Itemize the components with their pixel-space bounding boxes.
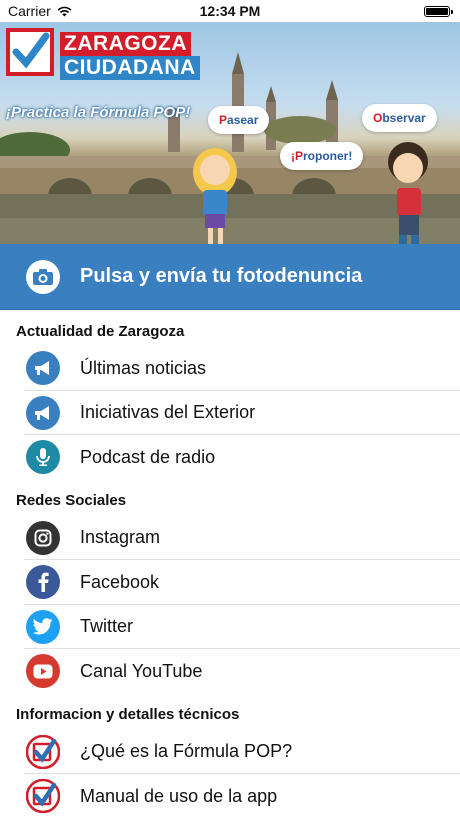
photo-report-label: Pulsa y envía tu fotodenuncia bbox=[80, 265, 363, 287]
slogan: ¡Practica la Fórmula POP! bbox=[6, 104, 191, 121]
menu-item-podcast-de-radio[interactable]: Podcast de radio bbox=[0, 435, 460, 480]
menu-item-iniciativas-del-exterior[interactable]: Iniciativas del Exterior bbox=[0, 391, 460, 436]
menu-item-manual-de-uso-de-la-app[interactable]: Manual de uso de la app bbox=[0, 774, 460, 819]
wifi-icon bbox=[57, 6, 72, 16]
logo-title-line2: CIUDADANA bbox=[60, 56, 200, 80]
menu-item-label: Iniciativas del Exterior bbox=[80, 402, 256, 423]
bubble-proponer: ¡Proponer! bbox=[280, 142, 364, 170]
twitter-icon bbox=[26, 609, 60, 644]
menu-item-que-es-la-formula-pop[interactable]: ¿Qué es la Fórmula POP? bbox=[0, 730, 460, 775]
carrier-label: Carrier bbox=[8, 3, 51, 19]
menu-item-label: Instagram bbox=[80, 527, 161, 548]
menu-item-facebook[interactable]: Facebook bbox=[0, 560, 460, 605]
menu-item-instagram[interactable]: Instagram bbox=[0, 516, 460, 561]
menu-item-ultimas-noticias[interactable]: Últimas noticias bbox=[0, 346, 460, 391]
menu-item-label: Últimas noticias bbox=[80, 357, 207, 378]
camera-icon bbox=[26, 259, 60, 294]
menu-item-label: Twitter bbox=[80, 616, 134, 637]
menu-item-canal-youtube[interactable]: Canal YouTube bbox=[0, 649, 460, 694]
instagram-icon bbox=[26, 520, 60, 555]
menu-item-label: Manual de uso de la app bbox=[80, 785, 278, 806]
menu-item-label: ¿Qué es la Fórmula POP? bbox=[80, 741, 293, 762]
bubble-pasear: Pasear bbox=[208, 106, 270, 134]
megaphone-icon bbox=[26, 395, 60, 430]
microphone-icon bbox=[26, 440, 60, 475]
section-header: Informacion y detalles técnicos bbox=[16, 706, 240, 723]
menu-item-label: Canal YouTube bbox=[80, 660, 203, 681]
status-bar: Carrier 12:34 PM bbox=[0, 0, 460, 22]
logo-check-icon bbox=[6, 28, 54, 76]
facebook-icon bbox=[26, 565, 60, 600]
megaphone-icon bbox=[26, 351, 60, 386]
menu-list: Actualidad de Zaragoza Últimas noticias In… bbox=[0, 310, 460, 819]
section-header: Actualidad de Zaragoza bbox=[16, 322, 185, 340]
photo-report-button[interactable]: Pulsa y envía tu fotodenuncia bbox=[0, 244, 460, 310]
pop-check-icon bbox=[26, 779, 60, 814]
menu-item-label: Facebook bbox=[80, 571, 160, 592]
logo-title-line1: ZARAGOZA bbox=[60, 32, 191, 56]
menu-item-twitter[interactable]: Twitter bbox=[0, 605, 460, 650]
youtube-icon bbox=[26, 654, 60, 689]
menu-item-label: Podcast de radio bbox=[80, 446, 216, 467]
bubble-observar: Observar bbox=[362, 104, 437, 132]
section-header: Redes Sociales bbox=[16, 492, 127, 509]
battery-icon bbox=[424, 5, 453, 17]
pop-check-icon bbox=[26, 734, 60, 769]
carrier-group: Carrier bbox=[8, 3, 72, 19]
header-banner: ZARAGOZA CIUDADANA ¡Practica la Fórmula … bbox=[0, 22, 460, 244]
